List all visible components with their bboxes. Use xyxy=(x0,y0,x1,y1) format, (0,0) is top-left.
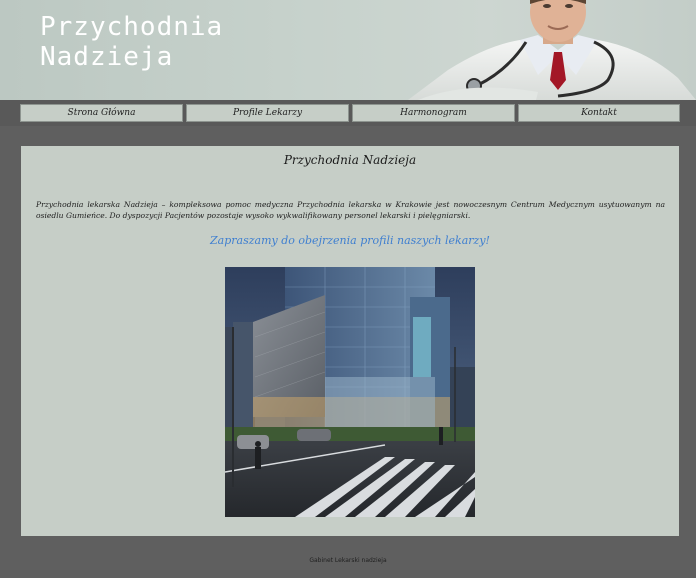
page-title: Przychodnia Nadzieja xyxy=(283,153,417,167)
intro-paragraph: Przychodnia lekarska Nadzieja – kompleks… xyxy=(36,200,665,220)
doctor-photo xyxy=(408,0,696,100)
footer-text: Gabinet Lekarski nadzieja xyxy=(309,557,387,564)
header-banner: Przychodnia Nadzieja xyxy=(0,0,696,100)
content-panel: Przychodnia Nadzieja Przychodnia lekarsk… xyxy=(21,146,679,536)
doctor-profiles-link[interactable]: Zapraszamy do obejrzenia profili naszych… xyxy=(21,234,679,247)
site-logo-title: Przychodnia Nadzieja xyxy=(40,12,224,72)
clinic-building-photo xyxy=(225,267,475,517)
nav-doctors-button[interactable]: Profile Lekarzy xyxy=(186,104,349,122)
nav-schedule-button[interactable]: Harmonogram xyxy=(352,104,515,122)
nav-contact-button[interactable]: Kontakt xyxy=(518,104,680,122)
nav-home-button[interactable]: Strona Główna xyxy=(20,104,183,122)
main-navigation: Strona Główna Profile Lekarzy Harmonogra… xyxy=(0,100,696,126)
